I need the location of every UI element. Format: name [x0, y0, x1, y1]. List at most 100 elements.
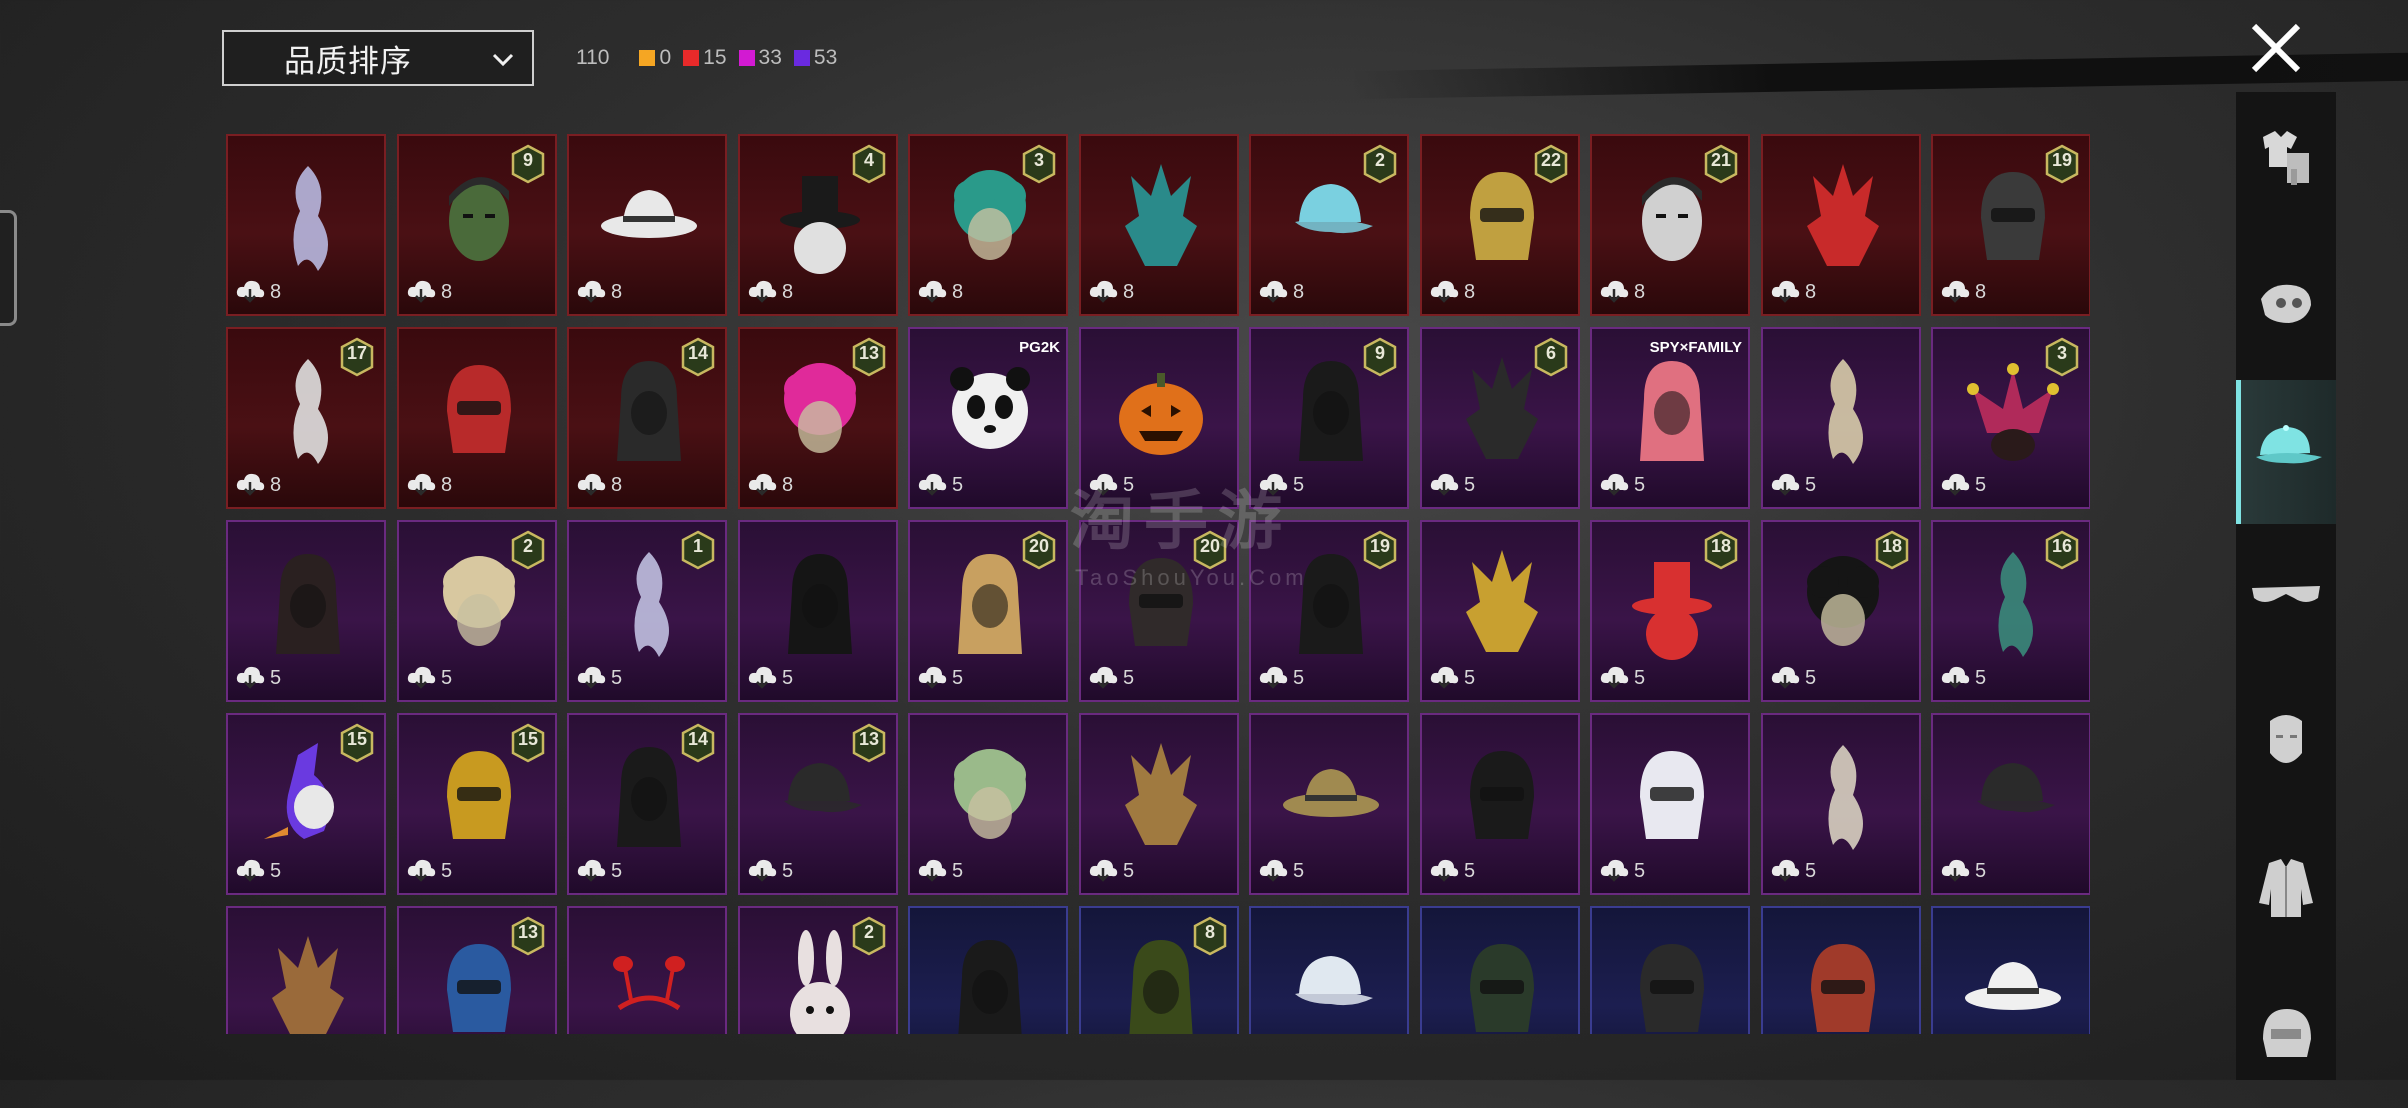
cost-indicator: 8	[1087, 277, 1134, 308]
cloud-download-icon	[405, 856, 437, 887]
sidebar-item-face[interactable]	[2236, 672, 2336, 816]
cost-indicator: 5	[1939, 470, 1986, 501]
item-tile[interactable]	[1761, 906, 1921, 1034]
sort-dropdown[interactable]: 品质排序	[222, 30, 534, 86]
cost-value: 8	[1975, 281, 1987, 303]
cost-value: 8	[441, 474, 453, 496]
item-tile[interactable]: 8	[567, 134, 727, 316]
quality-count-value: 33	[758, 46, 782, 69]
item-tile[interactable]: 14 5	[567, 713, 727, 895]
level-badge-value: 9	[522, 150, 533, 170]
cloud-download-icon	[1598, 663, 1630, 694]
item-tile[interactable]: 16 5	[1931, 520, 2090, 702]
cloud-download-icon	[575, 856, 607, 887]
quality-swatch	[738, 50, 755, 66]
item-tile[interactable]: 98	[397, 134, 557, 316]
item-tile[interactable]: 5	[738, 520, 898, 702]
jacket-icon	[2251, 853, 2321, 928]
level-badge-value: 9	[1374, 343, 1385, 363]
item-tile[interactable]: PG2K 5	[908, 327, 1068, 509]
item-tile[interactable]: 18 5	[1590, 520, 1750, 702]
cloud-download-icon	[1939, 277, 1971, 308]
level-badge-value: 8	[1204, 922, 1215, 942]
cost-indicator: 5	[575, 856, 622, 887]
sidebar-item-hat[interactable]	[2236, 380, 2336, 524]
item-tile[interactable]: 20 5	[908, 520, 1068, 702]
item-tile[interactable]	[1931, 906, 2090, 1034]
item-tile[interactable]: 13 5	[738, 713, 898, 895]
item-tile[interactable]	[1420, 906, 1580, 1034]
item-tile[interactable]	[1590, 906, 1750, 1034]
sidebar-item-outfit[interactable]	[2236, 88, 2336, 232]
item-tile[interactable]	[1249, 906, 1409, 1034]
cost-indicator: 8	[1257, 277, 1304, 308]
cost-indicator: 8	[405, 470, 452, 501]
item-tile[interactable]: 21 8	[1590, 134, 1750, 316]
item-tile[interactable]: 13 8	[738, 327, 898, 509]
item-tile[interactable]: 5	[1079, 713, 1239, 895]
item-tile[interactable]: 38	[908, 134, 1068, 316]
item-tile[interactable]: 15	[567, 520, 727, 702]
item-tile[interactable]: 5	[1420, 520, 1580, 702]
item-tile[interactable]	[908, 906, 1068, 1034]
face-icon	[2256, 707, 2316, 782]
item-tile[interactable]: 5	[1761, 713, 1921, 895]
item-tile[interactable]: 5	[1761, 327, 1921, 509]
cloud-download-icon	[916, 277, 948, 308]
cost-value: 5	[1634, 667, 1646, 689]
item-tile[interactable]	[567, 906, 727, 1034]
cost-value: 5	[611, 860, 623, 882]
cost-value: 5	[1975, 860, 1987, 882]
item-tile[interactable]: 8	[397, 327, 557, 509]
item-tile[interactable]: 65	[1420, 327, 1580, 509]
item-tile[interactable]: 5	[1590, 713, 1750, 895]
close-icon[interactable]	[2248, 20, 2304, 76]
item-tile[interactable]: 5	[908, 713, 1068, 895]
item-tile[interactable]: 22 8	[1420, 134, 1580, 316]
cost-value: 5	[1805, 860, 1817, 882]
item-tile[interactable]: 5	[1420, 713, 1580, 895]
cost-indicator: 5	[1428, 470, 1475, 501]
item-tile[interactable]: 14 8	[567, 327, 727, 509]
level-badge-value: 2	[1374, 150, 1385, 170]
item-tile[interactable]: 28	[1249, 134, 1409, 316]
sidebar-item-helmet[interactable]	[2236, 964, 2336, 1108]
item-tile[interactable]: 48	[738, 134, 898, 316]
item-tile[interactable]: 5	[1931, 713, 2090, 895]
item-tile[interactable]: 15 5	[226, 713, 386, 895]
cloud-download-icon	[1428, 856, 1460, 887]
item-tile[interactable]: 2	[738, 906, 898, 1034]
item-tile[interactable]: 35	[1931, 327, 2090, 509]
cloud-download-icon	[1428, 277, 1460, 308]
item-tile[interactable]: 19 8	[1931, 134, 2090, 316]
item-tile[interactable]: SPY×FAMILY 5	[1590, 327, 1750, 509]
cloud-download-icon	[1939, 856, 1971, 887]
level-badge-value: 13	[517, 922, 539, 942]
category-sidebar	[2236, 92, 2336, 1080]
item-tile[interactable]: 8	[226, 134, 386, 316]
item-tile[interactable]: 8	[1761, 134, 1921, 316]
sidebar-item-mask[interactable]	[2236, 234, 2336, 378]
item-tile[interactable]: 17 8	[226, 327, 386, 509]
item-tile[interactable]: 13	[397, 906, 557, 1034]
cost-value: 8	[1123, 281, 1135, 303]
glasses-icon	[2246, 576, 2326, 621]
cost-indicator: 5	[234, 663, 281, 694]
left-panel-tab[interactable]	[0, 210, 17, 326]
item-tile[interactable]: 15 5	[397, 713, 557, 895]
sidebar-item-glasses[interactable]	[2236, 526, 2336, 670]
sidebar-item-jacket[interactable]	[2236, 818, 2336, 962]
cloud-download-icon	[1087, 663, 1119, 694]
level-badge-value: 21	[1710, 150, 1732, 170]
cloud-download-icon	[746, 856, 778, 887]
item-tile[interactable]: 8	[1079, 906, 1239, 1034]
item-tile[interactable]: 25	[397, 520, 557, 702]
item-tile[interactable]: 8	[1079, 134, 1239, 316]
cost-value: 5	[1293, 860, 1305, 882]
item-tile[interactable]: 5	[1249, 713, 1409, 895]
cost-value: 5	[1123, 860, 1135, 882]
item-tile[interactable]: 5	[226, 520, 386, 702]
cost-indicator: 5	[1598, 470, 1645, 501]
item-tile[interactable]: 18 5	[1761, 520, 1921, 702]
item-tile[interactable]	[226, 906, 386, 1034]
